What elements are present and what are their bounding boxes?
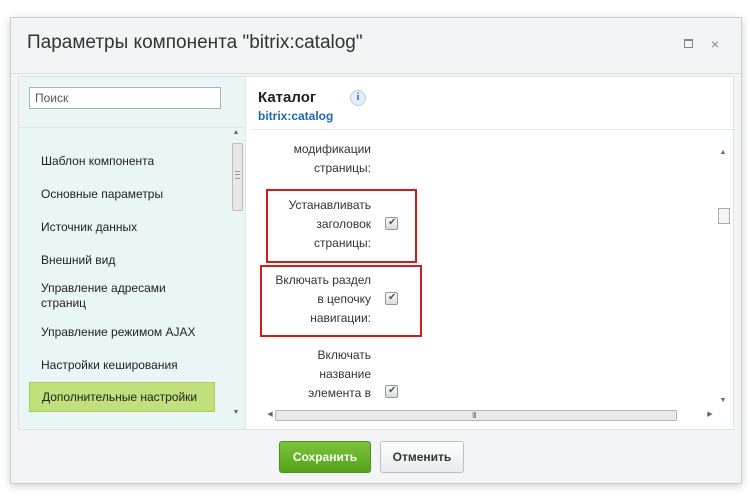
- scrollbar-grip: III: [472, 411, 477, 420]
- checkbox-include-element-name[interactable]: ✔: [385, 385, 398, 398]
- search-input[interactable]: [29, 87, 221, 109]
- sidebar-item-main-params[interactable]: Основные параметры: [29, 184, 215, 204]
- sidebar-item-label: Дополнительные настройки: [42, 389, 198, 404]
- sidebar-item-label: Внешний вид: [41, 252, 116, 267]
- sidebar-item-label: Настройки кеширования: [41, 357, 178, 372]
- checkmark-icon: ✔: [388, 292, 397, 303]
- sidebar-item-label: Источник данных: [41, 219, 138, 234]
- save-button[interactable]: Сохранить: [279, 441, 371, 473]
- scroll-up-arrow-icon[interactable]: ▲: [229, 129, 243, 136]
- component-parameters-dialog: Параметры компонента "bitrix:catalog" × …: [10, 17, 742, 484]
- cancel-button[interactable]: Отменить: [380, 441, 464, 473]
- component-code: bitrix:catalog: [258, 109, 334, 123]
- sidebar-scrollbar[interactable]: ▲ ▼: [229, 127, 243, 423]
- checkbox-set-page-title[interactable]: ✔: [385, 217, 398, 230]
- dialog-body: Шаблон компонента Основные параметры Ист…: [18, 76, 734, 430]
- sidebar-divider: [19, 127, 245, 128]
- content-header: Каталог i bitrix:catalog: [258, 89, 366, 123]
- checkmark-icon: ✔: [388, 217, 397, 228]
- scroll-right-arrow-icon[interactable]: ▶: [703, 410, 717, 418]
- sidebar-item-label: Основные параметры: [41, 186, 164, 201]
- scroll-up-arrow-icon[interactable]: ▲: [716, 149, 730, 156]
- param-label-modifications: модификации страницы:: [293, 142, 371, 175]
- scroll-down-arrow-icon[interactable]: ▼: [716, 397, 730, 404]
- info-icon[interactable]: i: [350, 90, 366, 106]
- content-divider: [251, 129, 733, 130]
- scroll-down-arrow-icon[interactable]: ▼: [229, 409, 243, 416]
- sidebar-item-appearance[interactable]: Внешний вид: [29, 250, 215, 270]
- sidebar-item-caching[interactable]: Настройки кеширования: [29, 355, 215, 375]
- dialog-title: Параметры компонента "bitrix:catalog": [27, 32, 363, 53]
- param-label-include-element-name: Включать название элемента в: [308, 348, 371, 400]
- param-label-include-section-in-chain: Включать раздел в цепочку навигации:: [275, 273, 371, 325]
- content-horizontal-scrollbar[interactable]: ◀ III ▶: [263, 408, 717, 422]
- component-title: Каталог: [258, 89, 317, 106]
- sidebar-item-label: Управление режимом AJAX: [41, 324, 196, 339]
- sidebar-item-label: Управление адресами страниц: [41, 281, 166, 310]
- sidebar-item-additional-settings[interactable]: Дополнительные настройки: [29, 382, 215, 412]
- sidebar-item-ajax-mode[interactable]: Управление режимом AJAX: [29, 322, 215, 342]
- param-label-set-page-title: Устанавливать заголовок страницы:: [288, 198, 371, 250]
- content-scrollbar-thumb[interactable]: [718, 208, 730, 224]
- sidebar: Шаблон компонента Основные параметры Ист…: [19, 77, 246, 429]
- sidebar-item-page-addresses[interactable]: Управление адресами страниц: [29, 280, 215, 312]
- horizontal-scrollbar-thumb[interactable]: III: [275, 410, 677, 421]
- dialog-titlebar[interactable]: Параметры компонента "bitrix:catalog" ×: [11, 18, 741, 74]
- sidebar-item-label: Шаблон компонента: [41, 153, 155, 168]
- sidebar-item-component-template[interactable]: Шаблон компонента: [29, 151, 215, 171]
- sidebar-item-data-source[interactable]: Источник данных: [29, 217, 215, 237]
- content-scrollbar[interactable]: ▲ ▼: [715, 135, 731, 425]
- checkmark-icon: ✔: [388, 385, 397, 396]
- close-icon[interactable]: ×: [711, 36, 719, 52]
- sidebar-scrollbar-thumb[interactable]: [232, 143, 243, 211]
- maximize-icon[interactable]: [684, 36, 693, 52]
- checkbox-include-section-in-chain[interactable]: ✔: [385, 292, 398, 305]
